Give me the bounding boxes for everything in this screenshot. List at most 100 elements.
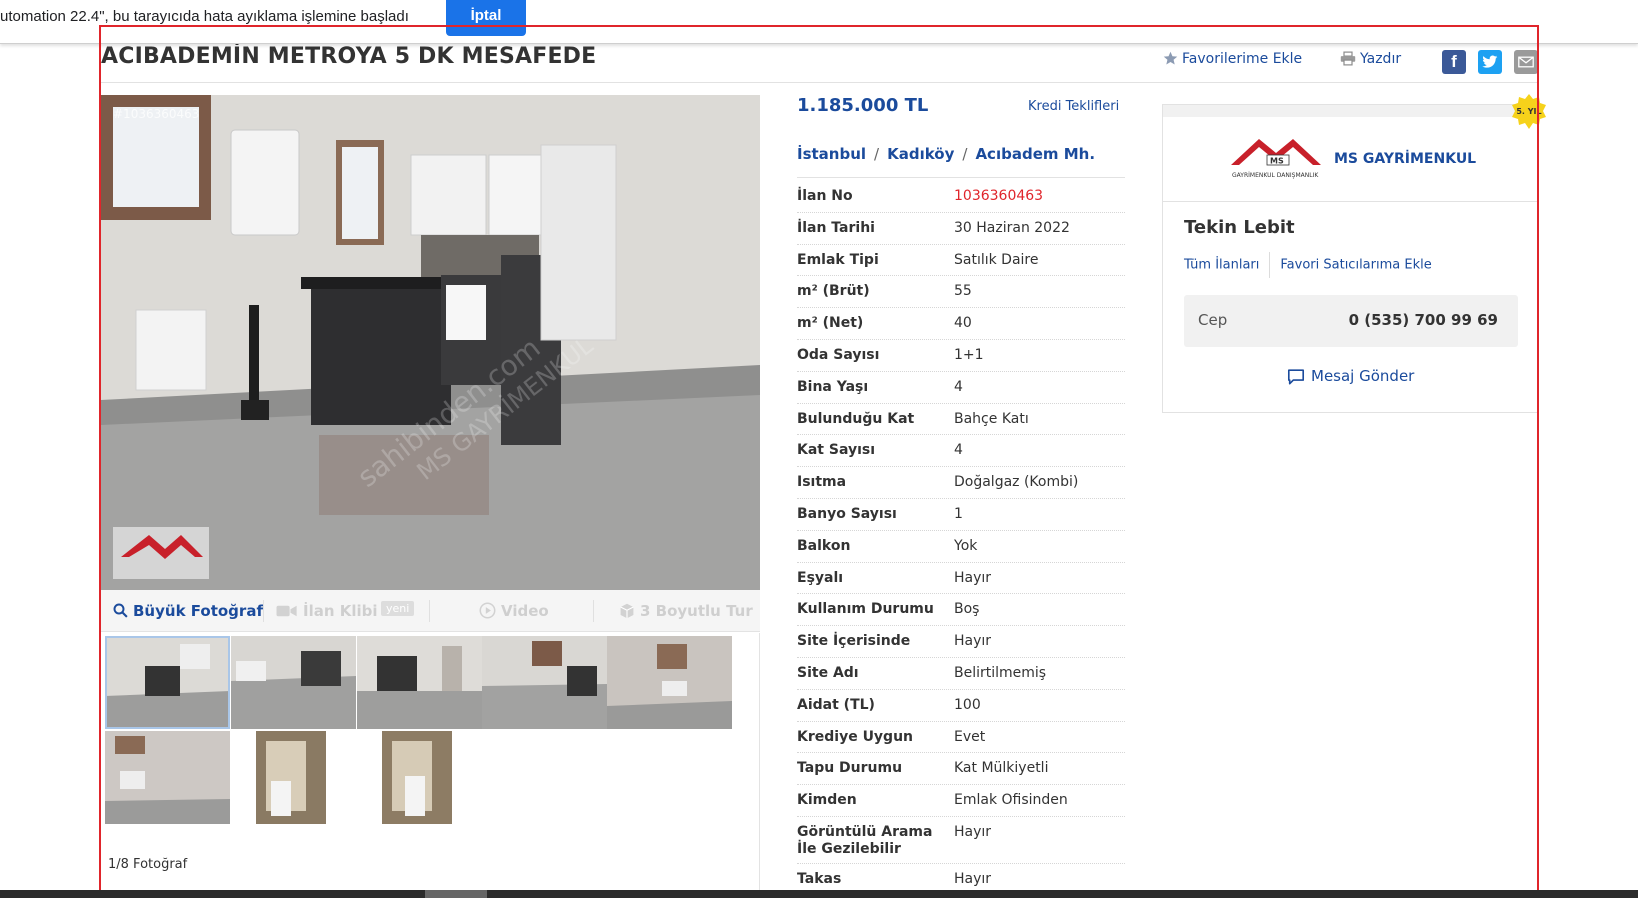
seller-logo[interactable]: MS GAYRİMENKUL DANIŞMANLIK bbox=[1229, 135, 1323, 183]
detail-row: Bina Yaşı 4 bbox=[797, 372, 1125, 404]
detail-value: 1036360463 bbox=[954, 188, 1044, 204]
favorite-label: Favorilerime Ekle bbox=[1182, 51, 1303, 67]
detail-row: m² (Brüt) 55 bbox=[797, 276, 1125, 309]
print-link[interactable]: Yazdır bbox=[1340, 51, 1401, 67]
breadcrumb-separator: / bbox=[874, 145, 880, 163]
logo-caption: GAYRİMENKUL DANIŞMANLIK bbox=[1232, 172, 1319, 179]
detail-value: Bahçe Katı bbox=[954, 410, 1029, 427]
location-neighborhood-link[interactable]: Acıbadem Mh. bbox=[975, 145, 1095, 163]
detail-label: Tapu Durumu bbox=[797, 760, 903, 777]
detail-row: Tapu Durumu Kat Mülkiyetli bbox=[797, 753, 1125, 786]
link-separator bbox=[1269, 252, 1271, 278]
photo-logo-watermark bbox=[113, 527, 209, 579]
detail-row: Kimden Emlak Ofisinden bbox=[797, 785, 1125, 817]
detail-label: Oda Sayısı bbox=[797, 347, 880, 363]
location-district-link[interactable]: Kadıköy bbox=[887, 145, 954, 163]
detail-label: İlan Tarihi bbox=[797, 219, 875, 236]
detail-value: Satılık Daire bbox=[954, 251, 1039, 268]
detail-label: Eşyalı bbox=[797, 569, 844, 586]
thumbnail-2[interactable] bbox=[231, 636, 356, 729]
thumbnail-3[interactable] bbox=[357, 636, 482, 729]
send-message-button[interactable]: Mesaj Gönder bbox=[1287, 367, 1414, 385]
detail-label: Site Adı bbox=[797, 665, 859, 681]
chat-bubble-icon bbox=[1287, 369, 1305, 385]
listing-price: 1.185.000 TL bbox=[797, 95, 929, 116]
thumbnail-8[interactable] bbox=[357, 731, 482, 824]
video-button[interactable]: Video bbox=[479, 602, 549, 620]
detail-value: 4 bbox=[954, 378, 963, 395]
logo-monogram: MS bbox=[1270, 157, 1284, 166]
thumbnail-6[interactable] bbox=[105, 731, 230, 824]
phone-number[interactable]: 0 (535) 700 99 69 bbox=[1349, 311, 1498, 329]
detail-label: İlan No bbox=[797, 188, 853, 204]
all-listings-link[interactable]: Tüm İlanları bbox=[1184, 258, 1259, 273]
listing-clip-label: İlan Klibi bbox=[303, 602, 378, 620]
detail-label: Site İçerisinde bbox=[797, 633, 911, 650]
kitchen-photo: sahibinden.com MS GAYRİMENKUL bbox=[101, 95, 760, 590]
horizontal-scrollbar-thumb[interactable] bbox=[425, 890, 487, 898]
add-to-favorites-link[interactable]: Favorilerime Ekle bbox=[1163, 51, 1302, 67]
photo-watermark-id: #1036360463 bbox=[113, 107, 200, 121]
detail-label: Kullanım Durumu bbox=[797, 601, 934, 618]
detail-value: Emlak Ofisinden bbox=[954, 792, 1068, 809]
horizontal-scrollbar[interactable] bbox=[0, 890, 1638, 898]
detail-row: İlan Tarihi 30 Haziran 2022 bbox=[797, 213, 1125, 245]
thumbnail-7[interactable] bbox=[231, 731, 356, 824]
3d-tour-label: 3 Boyutlu Tur bbox=[640, 602, 753, 620]
detail-label: Banyo Sayısı bbox=[797, 506, 897, 522]
detail-label: Krediye Uygun bbox=[797, 728, 914, 745]
detail-row: İlan No 1036360463 bbox=[797, 181, 1125, 213]
breadcrumb-separator: / bbox=[962, 145, 968, 163]
listing-clip-button[interactable]: İlan Klibi bbox=[276, 602, 378, 620]
credit-offers-link[interactable]: Kredi Teklifleri bbox=[1028, 99, 1119, 114]
cancel-debug-button[interactable]: İptal bbox=[446, 0, 526, 36]
detail-row: Bulunduğu Kat Bahçe Katı bbox=[797, 404, 1125, 436]
detail-row: Kullanım Durumu Boş bbox=[797, 594, 1125, 627]
detail-label: m² (Net) bbox=[797, 315, 864, 332]
phone-box: Cep 0 (535) 700 99 69 bbox=[1184, 295, 1518, 347]
send-message-label: Mesaj Gönder bbox=[1311, 367, 1415, 385]
thumbnail-5[interactable] bbox=[607, 636, 732, 729]
detail-value: 1+1 bbox=[954, 347, 984, 363]
location-city-link[interactable]: İstanbul bbox=[797, 145, 866, 163]
video-camera-icon bbox=[276, 605, 297, 617]
detail-value: 1 bbox=[954, 506, 963, 522]
video-label: Video bbox=[501, 602, 549, 620]
mail-icon[interactable] bbox=[1514, 50, 1538, 74]
debugging-banner: utomation 22.4", bu tarayıcıda hata ayık… bbox=[0, 0, 1638, 44]
detail-label: Görüntülü Arama İle Gezilebilir bbox=[797, 824, 933, 857]
detail-label: Isıtma bbox=[797, 474, 847, 491]
header-divider bbox=[101, 82, 1537, 83]
detail-value: 55 bbox=[954, 283, 972, 300]
photo-count: 1/8 Fotoğraf bbox=[108, 857, 188, 872]
facebook-icon[interactable]: f bbox=[1442, 50, 1466, 74]
listing-title: ACIBADEMİN METROYA 5 DK MESAFEDE bbox=[101, 44, 597, 69]
detail-value: 40 bbox=[954, 315, 972, 332]
detail-row: Isıtma Doğalgaz (Kombi) bbox=[797, 467, 1125, 499]
detail-value: 100 bbox=[954, 696, 981, 713]
detail-label: Takas bbox=[797, 871, 842, 887]
thumbnail-gallery bbox=[101, 633, 760, 895]
toolbar-divider bbox=[429, 600, 430, 622]
detail-label: Kimden bbox=[797, 792, 857, 809]
detail-row: Site İçerisinde Hayır bbox=[797, 626, 1125, 658]
cube-icon bbox=[620, 603, 634, 619]
membership-year-badge: 5. YIL bbox=[1510, 93, 1548, 131]
seller-company-link[interactable]: MS GAYRİMENKUL bbox=[1334, 151, 1476, 167]
detail-row: Görüntülü Arama İle Gezilebilir Hayır bbox=[797, 817, 1125, 864]
twitter-icon[interactable] bbox=[1478, 50, 1502, 74]
add-favorite-seller-link[interactable]: Favori Satıcılarıma Ekle bbox=[1280, 258, 1431, 273]
big-photo-button[interactable]: Büyük Fotoğraf bbox=[113, 602, 263, 620]
detail-row: Kat Sayısı 4 bbox=[797, 435, 1125, 468]
seller-name: Tekin Lebit bbox=[1184, 217, 1295, 238]
main-listing-photo[interactable]: sahibinden.com MS GAYRİMENKUL #103636046… bbox=[101, 95, 760, 590]
detail-value: Hayır bbox=[954, 569, 992, 586]
thumbnail-4[interactable] bbox=[482, 636, 607, 729]
detail-row: Banyo Sayısı 1 bbox=[797, 499, 1125, 531]
toolbar-divider bbox=[593, 600, 594, 622]
seller-card-header-strip bbox=[1163, 105, 1537, 117]
detail-label: Aidat (TL) bbox=[797, 696, 875, 713]
detail-value: Hayır bbox=[954, 633, 992, 650]
thumbnail-1[interactable] bbox=[105, 636, 230, 729]
3d-tour-button[interactable]: 3 Boyutlu Tur bbox=[619, 602, 753, 620]
